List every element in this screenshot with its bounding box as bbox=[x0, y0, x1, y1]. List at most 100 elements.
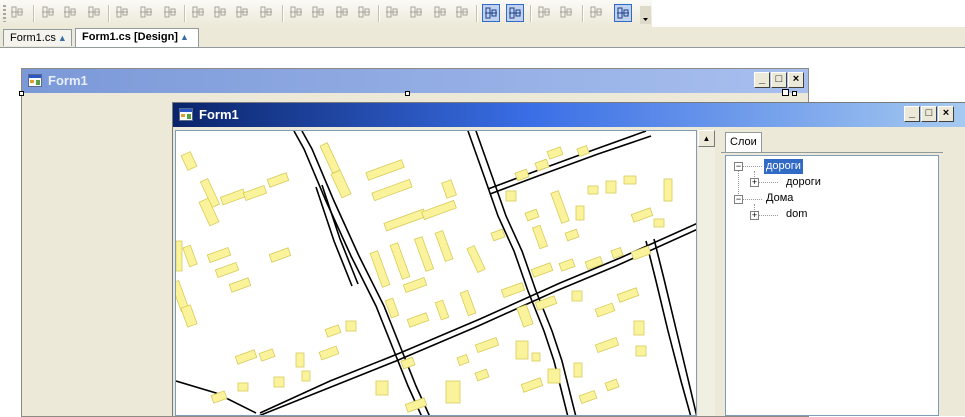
toolbar-separator bbox=[476, 5, 478, 22]
make-same-size-icon[interactable] bbox=[234, 4, 252, 22]
align-tops-icon[interactable] bbox=[114, 4, 132, 22]
tree-node-houses[interactable]: Дома bbox=[764, 191, 795, 206]
make-same-width-icon[interactable] bbox=[190, 4, 208, 22]
building-shape bbox=[575, 205, 585, 221]
align-lefts-icon[interactable] bbox=[40, 4, 58, 22]
road-line bbox=[321, 184, 359, 285]
map-canvas[interactable] bbox=[176, 131, 697, 416]
building-shape bbox=[573, 362, 583, 378]
building-shape bbox=[319, 142, 341, 174]
building-shape bbox=[633, 320, 645, 336]
outer-form-titlebar[interactable]: Form1 _ □ × bbox=[22, 69, 808, 93]
expand-icon[interactable]: + bbox=[750, 178, 759, 187]
collapse-icon[interactable]: − bbox=[734, 195, 743, 204]
maximize-button[interactable]: □ bbox=[771, 72, 787, 88]
scroll-up-arrow-icon[interactable]: ▲ bbox=[698, 130, 715, 147]
decrease-horizontal-spacing-icon[interactable] bbox=[334, 4, 352, 22]
lock-controls-icon[interactable] bbox=[588, 4, 606, 22]
center-vertically-icon[interactable] bbox=[506, 4, 524, 22]
building-shape bbox=[571, 290, 583, 302]
tab-layers[interactable]: Слои bbox=[725, 132, 762, 152]
building-shape bbox=[369, 250, 391, 288]
building-shape bbox=[516, 304, 534, 328]
building-shape bbox=[534, 158, 550, 172]
center-horizontally-icon[interactable] bbox=[482, 4, 500, 22]
tab-form1-design[interactable]: Form1.cs [Design] ▲ bbox=[75, 28, 199, 47]
building-shape bbox=[404, 397, 428, 413]
building-shape bbox=[413, 236, 435, 272]
vertical-scrollbar[interactable]: ▲ bbox=[698, 130, 715, 416]
size-to-grid-icon[interactable] bbox=[258, 4, 276, 22]
send-to-back-icon[interactable] bbox=[558, 4, 576, 22]
inner-form-window[interactable]: Form1 _ □ × ▲ Слои − дороги + дороги − Д… bbox=[172, 102, 965, 416]
building-shape bbox=[466, 244, 486, 274]
toolbar-separator bbox=[282, 5, 284, 22]
remove-vertical-spacing-icon[interactable] bbox=[454, 4, 472, 22]
align-to-grid-icon[interactable] bbox=[9, 4, 27, 22]
building-shape bbox=[234, 349, 258, 365]
close-button[interactable]: × bbox=[938, 106, 954, 122]
remove-horizontal-spacing-icon[interactable] bbox=[356, 4, 374, 22]
building-shape bbox=[500, 281, 526, 299]
building-shape bbox=[180, 151, 198, 171]
align-middles-icon[interactable] bbox=[138, 4, 156, 22]
minimize-button[interactable]: _ bbox=[904, 106, 920, 122]
building-shape bbox=[594, 336, 620, 354]
building-shape bbox=[371, 178, 413, 202]
building-shape bbox=[623, 175, 637, 185]
building-shape bbox=[266, 172, 290, 188]
horizontal-spacing-equal-icon[interactable] bbox=[288, 4, 306, 22]
resize-handle-se[interactable] bbox=[792, 91, 797, 96]
tree-node-roads[interactable]: дороги bbox=[763, 158, 804, 175]
building-shape bbox=[653, 218, 665, 228]
tree-node-roads-child[interactable]: дороги bbox=[784, 175, 823, 190]
building-shape bbox=[324, 324, 342, 338]
decrease-vertical-spacing-icon[interactable] bbox=[432, 4, 450, 22]
building-shape bbox=[180, 304, 198, 328]
expand-icon[interactable]: + bbox=[750, 211, 759, 220]
make-same-height-icon[interactable] bbox=[212, 4, 230, 22]
building-shape bbox=[605, 180, 617, 194]
align-rights-icon[interactable] bbox=[86, 4, 104, 22]
layout-toolbar bbox=[0, 0, 652, 28]
layers-tree[interactable]: − дороги + дороги − Дома + dom bbox=[725, 155, 939, 416]
increase-horizontal-spacing-icon[interactable] bbox=[310, 4, 328, 22]
tab-order-icon[interactable] bbox=[614, 4, 632, 22]
building-shape bbox=[558, 258, 576, 272]
toolbar-grip[interactable] bbox=[3, 5, 6, 22]
toolbar-overflow-icon[interactable] bbox=[640, 6, 651, 24]
maximize-button[interactable]: □ bbox=[921, 106, 937, 122]
increase-vertical-spacing-icon[interactable] bbox=[408, 4, 426, 22]
resize-handle-sw[interactable] bbox=[19, 91, 24, 96]
smart-tag-icon[interactable] bbox=[782, 89, 789, 96]
tree-node-dom[interactable]: dom bbox=[784, 207, 809, 222]
building-shape bbox=[434, 299, 450, 321]
close-button[interactable]: × bbox=[788, 72, 804, 88]
bring-to-front-icon[interactable] bbox=[536, 4, 554, 22]
building-shape bbox=[176, 240, 183, 272]
building-shape bbox=[402, 276, 428, 294]
building-shape bbox=[594, 302, 616, 318]
building-shape bbox=[434, 230, 454, 262]
vertical-spacing-equal-icon[interactable] bbox=[384, 4, 402, 22]
layers-panel: Слои − дороги + дороги − Дома + dom bbox=[721, 130, 943, 416]
align-bottoms-icon[interactable] bbox=[162, 4, 180, 22]
building-shape bbox=[295, 352, 305, 368]
building-shape bbox=[330, 169, 352, 199]
building-shape bbox=[514, 168, 530, 182]
building-shape bbox=[273, 376, 285, 388]
resize-handle-s[interactable] bbox=[405, 91, 410, 96]
inner-form-titlebar[interactable]: Form1 _ □ × bbox=[173, 103, 965, 127]
building-shape bbox=[445, 380, 461, 404]
building-shape bbox=[365, 159, 405, 181]
minimize-button[interactable]: _ bbox=[754, 72, 770, 88]
building-shape bbox=[616, 287, 640, 303]
align-centers-icon[interactable] bbox=[62, 4, 80, 22]
map-control[interactable] bbox=[175, 130, 697, 416]
inner-form-title: Form1 bbox=[199, 107, 239, 122]
building-shape bbox=[524, 208, 540, 222]
building-shape bbox=[490, 228, 506, 242]
tab-form1-cs[interactable]: Form1.cs ▲ bbox=[3, 29, 72, 46]
collapse-icon[interactable]: − bbox=[734, 162, 743, 171]
road-line bbox=[259, 223, 696, 414]
